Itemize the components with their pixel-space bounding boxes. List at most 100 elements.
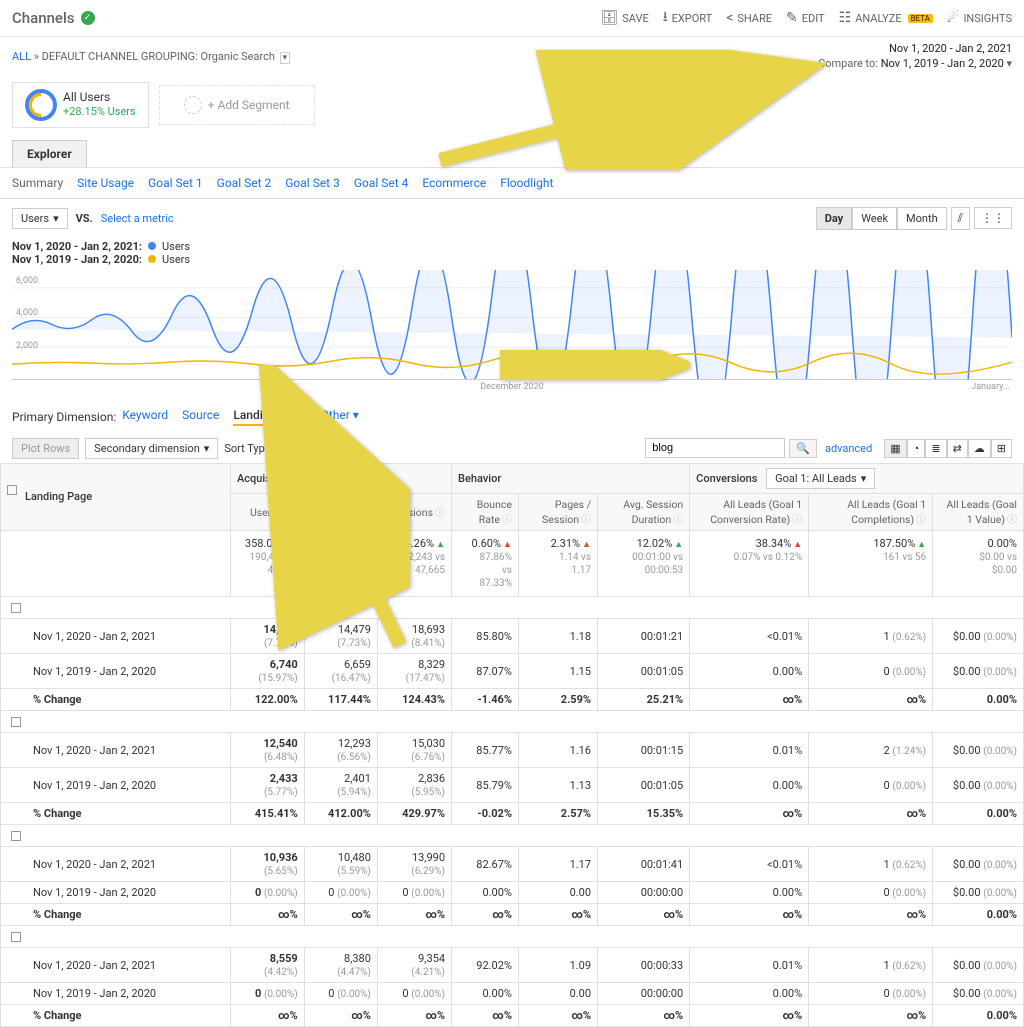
link-goal4[interactable]: Goal Set 4 <box>354 176 409 190</box>
table-change-row: % Change 122.00%117.44%124.43% -1.46%2.5… <box>1 689 1024 711</box>
add-circle-icon <box>184 96 202 114</box>
table-row-header[interactable] <box>1 597 1024 619</box>
segment-delta: +28.15% Users <box>63 105 136 119</box>
export-button[interactable]: ⭳EXPORT <box>663 6 712 30</box>
beta-badge: BETA <box>908 14 933 23</box>
col-new-users[interactable]: New Usersⓘ <box>304 493 377 530</box>
tab-strip: Explorer <box>0 140 1024 167</box>
link-floodlight[interactable]: Floodlight <box>500 176 553 190</box>
col-bounce[interactable]: Bounce Rateⓘ <box>452 493 519 530</box>
metric-dropdown[interactable]: Users ▾ <box>12 208 68 229</box>
time-month[interactable]: Month <box>897 207 947 230</box>
share-button[interactable]: <SHARE <box>726 10 772 26</box>
table-filter-row: Plot Rows Secondary dimension ▾ Sort Typ… <box>0 434 1024 463</box>
date-current: Nov 1, 2020 - Jan 2, 2021 <box>818 41 1012 56</box>
conversions-dropdown[interactable]: Goal 1: All Leads ▾ <box>766 468 875 489</box>
share-icon: < <box>726 10 733 26</box>
verified-icon: ✓ <box>81 11 95 25</box>
view-icons: ▦ ◔ ≣ ⇄ ☁ ⊞ <box>884 439 1012 458</box>
tab-explorer[interactable]: Explorer <box>12 140 87 167</box>
segment-label: All Users <box>63 90 136 106</box>
link-site-usage[interactable]: Site Usage <box>77 176 134 190</box>
table-row: Nov 1, 2020 - Jan 2, 2021 12,540 (6.48%)… <box>1 733 1024 768</box>
breadcrumb-dropdown[interactable]: ▾ <box>280 52 291 64</box>
col-duration[interactable]: Avg. Session Durationⓘ <box>598 493 690 530</box>
link-summary[interactable]: Summary <box>12 176 63 190</box>
col-group-behavior: Behavior <box>452 463 690 493</box>
table-row: Nov 1, 2020 - Jan 2, 2021 14,963 (7.73%)… <box>1 619 1024 654</box>
date-range-picker[interactable]: Nov 1, 2020 - Jan 2, 2021 Compare to: No… <box>818 41 1012 72</box>
time-day[interactable]: Day <box>816 207 853 230</box>
sort-type-dropdown[interactable]: Default ▾ <box>279 438 342 459</box>
search-button[interactable]: 🔍 <box>789 439 817 458</box>
view-performance-icon[interactable]: ≣ <box>925 439 946 458</box>
header-bar: Channels ✓ 🗄SAVE ⭳EXPORT <SHARE ✎EDIT ☷A… <box>0 0 1024 37</box>
segment-all-users[interactable]: All Users +28.15% Users <box>12 82 149 128</box>
link-goal3[interactable]: Goal Set 3 <box>285 176 340 190</box>
table-row: Nov 1, 2019 - Jan 2, 2020 0 (0.00%) 0 (0… <box>1 882 1024 904</box>
table-row: Nov 1, 2019 - Jan 2, 2020 0 (0.00%) 0 (0… <box>1 983 1024 1005</box>
chart-legend: Nov 1, 2020 - Jan 2, 2021: Users Nov 1, … <box>0 238 1024 270</box>
col-sessions[interactable]: Sessionsⓘ <box>377 493 451 530</box>
legend-dot-orange <box>148 255 156 263</box>
data-table: Landing Page Acquisition Behavior Conver… <box>0 463 1024 1027</box>
table-row-header[interactable] <box>1 926 1024 948</box>
col-conv-rate[interactable]: All Leads (Goal 1 Conversion Rate)ⓘ <box>690 493 809 530</box>
dim-keyword[interactable]: Keyword <box>122 408 168 426</box>
table-row: Nov 1, 2019 - Jan 2, 2020 6,740 (15.97%)… <box>1 654 1024 689</box>
col-group-conversions: Conversions Goal 1: All Leads ▾ <box>690 463 1024 493</box>
view-term-cloud-icon[interactable]: ☁ <box>968 439 991 458</box>
metric-links: Summary Site Usage Goal Set 1 Goal Set 2… <box>0 167 1024 199</box>
col-value[interactable]: All Leads (Goal 1 Value)ⓘ <box>933 493 1024 530</box>
table-row: Nov 1, 2019 - Jan 2, 2020 2,433 (5.77%) … <box>1 768 1024 803</box>
dim-landing-page[interactable]: Landing Page <box>233 408 306 426</box>
link-goal2[interactable]: Goal Set 2 <box>217 176 272 190</box>
donut-icon <box>25 89 57 121</box>
view-percentage-icon[interactable]: ◔ <box>907 439 926 458</box>
dim-source[interactable]: Source <box>182 408 219 426</box>
chart-type-icon[interactable]: ⫽ <box>951 207 970 230</box>
add-segment-button[interactable]: + Add Segment <box>159 85 315 125</box>
dim-other[interactable]: Other ▾ <box>321 408 359 426</box>
insights-icon: ☄ <box>947 10 960 26</box>
table-change-row: % Change 415.41%412.00%429.97% -0.02%2.5… <box>1 803 1024 825</box>
table-row-header[interactable] <box>1 711 1024 733</box>
plot-rows-button: Plot Rows <box>12 438 79 459</box>
select-metric-link[interactable]: Select a metric <box>101 212 174 225</box>
save-button[interactable]: 🗄SAVE <box>600 10 648 26</box>
insights-button[interactable]: ☄INSIGHTS <box>947 10 1012 26</box>
col-users[interactable]: Usersⓘ↓ <box>231 493 305 530</box>
view-pivot-icon[interactable]: ⊞ <box>991 439 1012 458</box>
breadcrumb-path: DEFAULT CHANNEL GROUPING: Organic Search <box>42 50 275 63</box>
summary-row: 358.01%▲190,416 vs41,575 363.53%▲187,368… <box>1 530 1024 597</box>
col-landing-page[interactable]: Landing Page <box>1 463 231 530</box>
edit-button[interactable]: ✎EDIT <box>786 10 825 26</box>
analyze-button[interactable]: ☷ANALYZEBETA <box>839 10 933 26</box>
vs-label: VS. <box>76 212 93 225</box>
view-table-icon[interactable]: ▦ <box>884 439 906 458</box>
col-completions[interactable]: All Leads (Goal 1 Completions)ⓘ <box>809 493 933 530</box>
primary-dimension-row: Primary Dimension: Keyword Source Landin… <box>0 400 1024 434</box>
secondary-dimension-dropdown[interactable]: Secondary dimension ▾ <box>85 438 218 459</box>
search-input[interactable] <box>645 438 785 458</box>
table-row-header[interactable] <box>1 825 1024 847</box>
chart-motion-icon[interactable]: ⋮⋮ <box>974 207 1012 229</box>
breadcrumb-all[interactable]: ALL <box>12 50 31 63</box>
analyze-icon: ☷ <box>839 10 852 26</box>
time-week[interactable]: Week <box>852 207 897 230</box>
page-title: Channels ✓ <box>12 9 95 27</box>
col-pages[interactable]: Pages / Sessionⓘ <box>518 493 597 530</box>
link-goal1[interactable]: Goal Set 1 <box>148 176 203 190</box>
sub-header: ALL » DEFAULT CHANNEL GROUPING: Organic … <box>0 37 1024 74</box>
table-change-row: % Change ∞%∞%∞% ∞%∞%∞% ∞%∞%0.00% <box>1 904 1024 926</box>
export-icon: ⭳ <box>663 6 668 30</box>
header-actions: 🗄SAVE ⭳EXPORT <SHARE ✎EDIT ☷ANALYZEBETA … <box>600 6 1012 30</box>
breadcrumb: ALL » DEFAULT CHANNEL GROUPING: Organic … <box>12 50 290 63</box>
view-comparison-icon[interactable]: ⇄ <box>947 439 968 458</box>
table-row: Nov 1, 2020 - Jan 2, 2021 10,936 (5.65%)… <box>1 847 1024 882</box>
table-change-row: % Change ∞%∞%∞% ∞%∞%∞% ∞%∞%0.00% <box>1 1005 1024 1027</box>
advanced-link[interactable]: advanced <box>825 442 872 455</box>
line-chart: 6,000 4,000 2,000 <box>12 270 1012 380</box>
channels-title: Channels <box>12 9 75 27</box>
link-ecommerce[interactable]: Ecommerce <box>422 176 486 190</box>
